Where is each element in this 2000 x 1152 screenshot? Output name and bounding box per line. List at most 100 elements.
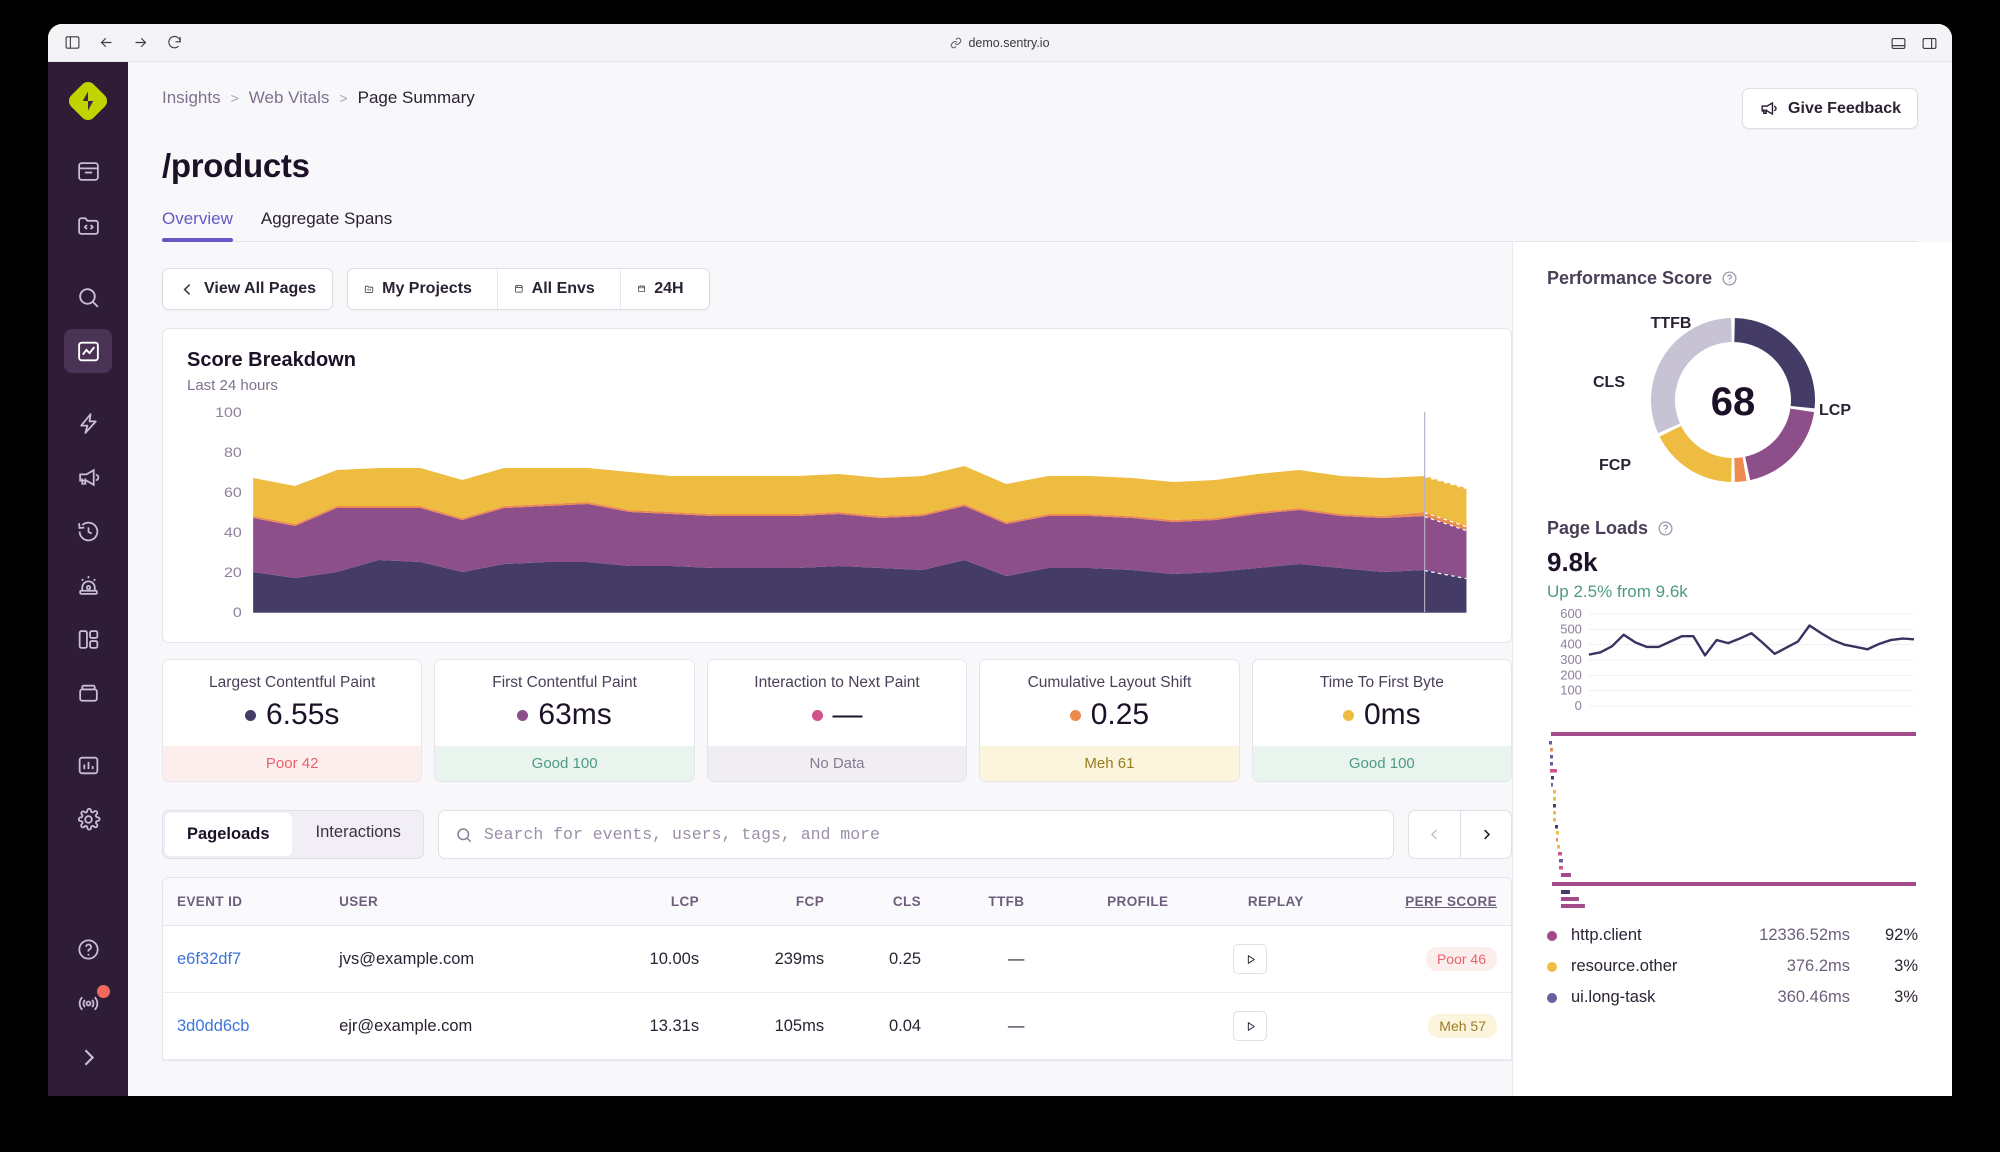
- prev-page-button[interactable]: [1408, 810, 1460, 859]
- cell-event-id[interactable]: e6f32df7: [163, 925, 326, 993]
- page-loads-title: Page Loads: [1547, 518, 1649, 538]
- toggle-interactions[interactable]: Interactions: [294, 811, 423, 858]
- sidebar-item-search[interactable]: [64, 275, 112, 319]
- spans-waterfall[interactable]: [1547, 726, 1918, 916]
- tab-aggregate-spans[interactable]: Aggregate Spans: [261, 209, 392, 241]
- chevron-left-icon: [183, 283, 191, 295]
- metric-status-badge: Good 100: [1252, 746, 1512, 781]
- svg-text:100: 100: [215, 405, 242, 421]
- view-all-pages-button[interactable]: View All Pages: [162, 268, 334, 310]
- breadcrumb-web-vitals[interactable]: Web Vitals: [249, 88, 330, 108]
- column-fcp[interactable]: FCP: [713, 878, 839, 926]
- environment-filter[interactable]: All Envs: [498, 269, 622, 309]
- sidebar-item-issues[interactable]: [64, 149, 112, 193]
- sidebar-expand-button[interactable]: [64, 1035, 112, 1079]
- reload-icon[interactable]: [166, 34, 183, 51]
- sidebar-item-projects[interactable]: [64, 203, 112, 247]
- address-bar[interactable]: demo.sentry.io: [48, 24, 1952, 62]
- event-id-link[interactable]: e6f32df7: [177, 950, 241, 968]
- sidebar-item-feedback[interactable]: [64, 455, 112, 499]
- page-loads-header: Page Loads: [1547, 518, 1918, 539]
- question-circle-icon: [77, 938, 99, 960]
- table-row[interactable]: 3d0dd6cb ejr@example.com 13.31s 105ms 0.…: [163, 992, 1511, 1060]
- column-perf-score[interactable]: PERF SCORE: [1317, 878, 1511, 926]
- sidebar-item-dashboards[interactable]: [64, 617, 112, 661]
- performance-score-title: Performance Score: [1547, 268, 1713, 288]
- question-circle-icon[interactable]: [1721, 270, 1738, 287]
- metric-dot: [1069, 709, 1081, 721]
- view-all-pages-label: View All Pages: [204, 280, 317, 297]
- legend-value: 12336.52ms: [1759, 926, 1850, 944]
- toggle-pageloads[interactable]: Pageloads: [165, 813, 292, 856]
- metric-card-inp[interactable]: Interaction to Next Paint — No Data: [706, 659, 968, 782]
- sidebar-item-performance[interactable]: [64, 401, 112, 445]
- column-cls[interactable]: CLS: [838, 878, 936, 926]
- svg-text:TTFB: TTFB: [1650, 315, 1691, 332]
- legend-percent: 92%: [1884, 926, 1918, 944]
- sidebar-item-settings[interactable]: [64, 797, 112, 841]
- url-text: demo.sentry.io: [968, 36, 1050, 50]
- column-replay[interactable]: REPLAY: [1182, 878, 1318, 926]
- chevron-right-icon: [1483, 829, 1490, 840]
- metric-card-lcp[interactable]: Largest Contentful Paint 6.55s Poor 42: [162, 659, 423, 782]
- browser-panel-icon[interactable]: [1890, 35, 1907, 52]
- page-title: /products: [162, 147, 310, 184]
- column-lcp[interactable]: LCP: [588, 878, 714, 926]
- metric-value: 63ms: [538, 698, 612, 731]
- breadcrumb-current: Page Summary: [357, 88, 475, 107]
- next-page-button[interactable]: [1460, 810, 1512, 859]
- performance-score-donut[interactable]: 68 TTFB CLS FCP LCP: [1547, 295, 1918, 510]
- metric-card-fcp[interactable]: First Contentful Paint 63ms Good 100: [434, 659, 695, 782]
- metric-card-cls[interactable]: Cumulative Layout Shift 0.25 Meh 61: [979, 659, 1240, 782]
- legend-value: 376.2ms: [1786, 957, 1850, 975]
- question-circle-icon[interactable]: [1657, 520, 1674, 537]
- column-event-id[interactable]: EVENT ID: [163, 878, 326, 926]
- sidebar-item-releases[interactable]: [64, 671, 112, 715]
- sidebar-item-alerts[interactable]: [64, 563, 112, 607]
- table-row[interactable]: e6f32df7 jvs@example.com 10.00s 239ms 0.…: [163, 925, 1511, 993]
- sidebar-toggle-icon[interactable]: [64, 34, 81, 51]
- column-user[interactable]: USER: [325, 878, 589, 926]
- replay-button[interactable]: [1233, 1011, 1268, 1041]
- metric-card-title: Largest Contentful Paint: [209, 674, 376, 691]
- pagination: [1408, 810, 1512, 859]
- event-id-link[interactable]: 3d0dd6cb: [177, 1017, 250, 1035]
- legend-dot: [1547, 930, 1557, 941]
- back-icon[interactable]: [98, 34, 115, 51]
- search-bar[interactable]: [437, 810, 1394, 859]
- page-loads-sparkline[interactable]: 600 500 400 300 200 100 0: [1547, 608, 1918, 718]
- sidebar-item-help[interactable]: [64, 927, 112, 971]
- sidebar-item-broadcast[interactable]: [64, 981, 112, 1025]
- browser-tabs-icon[interactable]: [1921, 35, 1938, 52]
- give-feedback-label: Give Feedback: [1788, 99, 1901, 117]
- metric-card-ttfb[interactable]: Time To First Byte 0ms Good 100: [1251, 659, 1513, 782]
- search-icon: [457, 827, 472, 842]
- cell-fcp: 105ms: [713, 992, 839, 1060]
- chrome-right-controls: [1890, 24, 1938, 62]
- replay-button[interactable]: [1233, 944, 1268, 974]
- column-profile[interactable]: PROFILE: [1038, 878, 1183, 926]
- column-ttfb[interactable]: TTFB: [935, 878, 1039, 926]
- table-header-row: EVENT ID USER LCP FCP CLS TTFB PROFILE R…: [163, 878, 1511, 926]
- sidebar-item-insights[interactable]: [64, 329, 112, 373]
- sidebar-item-replays[interactable]: [64, 509, 112, 553]
- project-filter[interactable]: My Projects: [348, 269, 498, 309]
- search-input[interactable]: [483, 825, 1377, 844]
- legend-row[interactable]: http.client 12336.52ms 92%: [1547, 920, 1918, 951]
- cell-event-id[interactable]: 3d0dd6cb: [163, 992, 326, 1060]
- content-columns: View All Pages My Projects All Envs 24H …: [128, 242, 1952, 1096]
- sentry-logo-icon[interactable]: [67, 80, 109, 122]
- sidebar-item-stats[interactable]: [64, 743, 112, 787]
- svg-text:300: 300: [1560, 652, 1582, 667]
- date-range-filter[interactable]: 24H: [621, 269, 709, 309]
- primary-sidebar: [48, 62, 128, 1096]
- legend-row[interactable]: resource.other 376.2ms 3%: [1547, 951, 1918, 982]
- score-breakdown-chart[interactable]: 0 20 40 60 80 100: [187, 404, 1487, 634]
- forward-icon[interactable]: [132, 34, 149, 51]
- legend-row[interactable]: ui.long-task 360.46ms 3%: [1547, 982, 1918, 1013]
- tab-overview[interactable]: Overview: [162, 209, 233, 242]
- metric-dot: [245, 709, 256, 721]
- breadcrumb-insights[interactable]: Insights: [162, 88, 221, 108]
- give-feedback-button[interactable]: Give Feedback: [1742, 88, 1918, 129]
- metric-value: 0ms: [1363, 698, 1421, 731]
